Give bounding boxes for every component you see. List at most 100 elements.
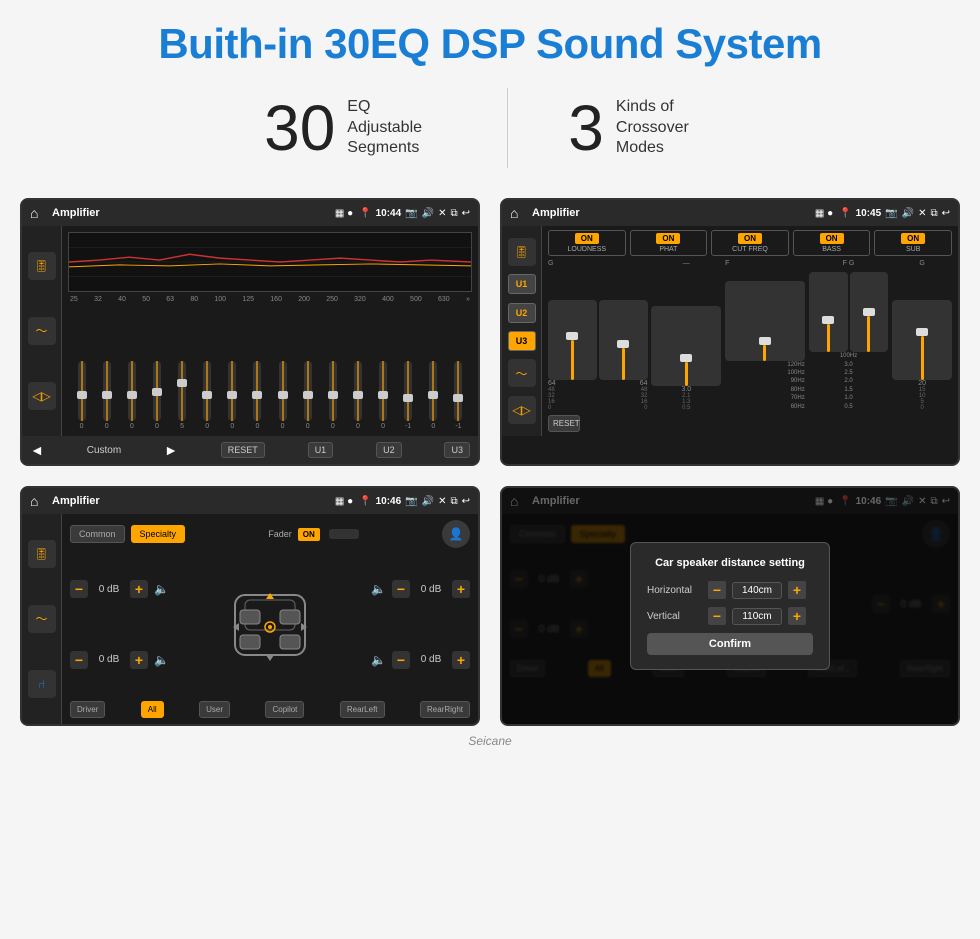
close-icon-2: ✕ — [918, 208, 926, 219]
rear-right-btn[interactable]: RearRight — [420, 701, 470, 718]
fl-plus[interactable]: + — [130, 580, 148, 598]
modal-overlay: Car speaker distance setting Horizontal … — [502, 488, 958, 724]
rear-right-row: 🔈 − 0 dB + — [371, 651, 470, 669]
right-vol-controls: 🔈 − 0 dB + 🔈 − 0 dB + — [371, 554, 470, 695]
fr-minus[interactable]: − — [392, 580, 410, 598]
crossover-stat: 3 Kinds ofCrossover Modes — [568, 96, 716, 160]
bass-on[interactable]: ON — [820, 233, 844, 244]
wave-icon-2[interactable]: 〜 — [508, 359, 536, 387]
side-controls-1: 🎚 〜 ◁▷ — [22, 226, 62, 436]
horizontal-minus[interactable]: − — [708, 581, 726, 599]
toggle-sub: ON SUB — [874, 230, 952, 256]
s3-main: Common Specialty Fader ON 👤 − 0 dB + 🔈 — [62, 514, 478, 724]
driver-btn[interactable]: Driver — [70, 701, 105, 718]
eq-main: 25 32 40 50 63 80 100 125 160 200 250 32… — [62, 226, 478, 436]
screens-grid: ⌂ Amplifier ▦ ● 📍 10:44 📷 🔊 ✕ ⧉ ↩ 🎚 〜 ◁▷ — [20, 198, 960, 726]
ch-l-track2[interactable] — [599, 300, 648, 380]
eq-next-btn[interactable]: ► — [164, 442, 178, 458]
fr-value: 0 dB — [416, 584, 446, 595]
eq-stat: 30 EQ AdjustableSegments — [264, 96, 447, 160]
reset-btn-1[interactable]: RESET — [221, 442, 265, 458]
left-vol-controls: − 0 dB + 🔈 − 0 dB + 🔈 — [70, 554, 169, 695]
eq-slider-16: -1 — [447, 361, 470, 430]
rr-plus[interactable]: + — [452, 651, 470, 669]
preset-u2[interactable]: U2 — [508, 303, 536, 323]
eq-slider-3: 0 — [120, 361, 143, 430]
ch-s-track[interactable] — [892, 300, 952, 380]
confirm-button[interactable]: Confirm — [647, 633, 813, 655]
volume-ctrl-icon[interactable]: ◁▷ — [28, 382, 56, 410]
screen3-title: Amplifier — [52, 495, 329, 507]
phat-on[interactable]: ON — [656, 233, 680, 244]
screen-distance: ⌂ Amplifier ▦ ● 📍 10:46 📷 🔊 ✕ ⧉ ↩ Common… — [500, 486, 960, 726]
copilot-btn[interactable]: Copilot — [265, 701, 304, 718]
all-btn[interactable]: All — [141, 701, 164, 718]
modal-title: Car speaker distance setting — [647, 557, 813, 569]
reset-btn-2[interactable]: RESET — [548, 415, 580, 432]
profile-icon[interactable]: 👤 — [442, 520, 470, 548]
eq-graph — [68, 232, 472, 292]
expand-icon-2: ⧉ — [930, 208, 937, 219]
eq-slider-5: 5 — [171, 361, 194, 430]
rl-plus[interactable]: + — [130, 651, 148, 669]
eq-icon-2[interactable]: 🎚 — [508, 238, 536, 266]
ch-p-track[interactable] — [651, 306, 721, 386]
ch-b-track1[interactable] — [809, 272, 848, 352]
bt-icon-3[interactable]: ⑁ — [28, 670, 56, 698]
wave-icon-3[interactable]: 〜 — [28, 605, 56, 633]
u2-btn-1[interactable]: U2 — [376, 442, 402, 458]
status-bar-1: ⌂ Amplifier ▦ ● 📍 10:44 📷 🔊 ✕ ⧉ ↩ — [22, 200, 478, 226]
rear-left-btn[interactable]: RearLeft — [340, 701, 385, 718]
eq-slider-4: 0 — [145, 361, 168, 430]
eq-slider-7: 0 — [221, 361, 244, 430]
status-icons-1: 📍 10:44 📷 🔊 ✕ ⧉ ↩ — [359, 208, 470, 219]
location-icon-2: 📍 — [839, 208, 851, 219]
ch-l-track1[interactable] — [548, 300, 597, 380]
eq-icon-3[interactable]: 🎚 — [28, 540, 56, 568]
preset-u1[interactable]: U1 — [508, 274, 536, 294]
back-icon-3: ↩ — [462, 496, 470, 507]
u3-btn-1[interactable]: U3 — [444, 442, 470, 458]
toggle-bass: ON BASS — [793, 230, 871, 256]
fr-plus[interactable]: + — [452, 580, 470, 598]
eq-slider-10: 0 — [296, 361, 319, 430]
eq-prev-btn[interactable]: ◄ — [30, 442, 44, 458]
crossover-label: Kinds ofCrossover Modes — [616, 97, 716, 159]
wave-icon[interactable]: 〜 — [28, 317, 56, 345]
vertical-plus[interactable]: + — [788, 607, 806, 625]
ch-cf-track[interactable] — [725, 281, 805, 361]
loudness-on[interactable]: ON — [575, 233, 599, 244]
user-btn[interactable]: User — [199, 701, 230, 718]
screen-crossover: ⌂ Amplifier ▦ ● 📍 10:45 📷 🔊 ✕ ⧉ ↩ 🎚 U1 U… — [500, 198, 960, 466]
fader-on[interactable]: ON — [298, 528, 320, 541]
menu-dots-3: ▦ ● — [335, 496, 353, 507]
u1-btn-1[interactable]: U1 — [308, 442, 334, 458]
fr-speaker-icon: 🔈 — [371, 582, 386, 596]
stats-row: 30 EQ AdjustableSegments 3 Kinds ofCross… — [264, 88, 716, 168]
preset-u3[interactable]: U3 — [508, 331, 536, 351]
common-btn[interactable]: Common — [70, 525, 125, 543]
back-icon-1: ↩ — [462, 208, 470, 219]
sub-on[interactable]: ON — [901, 233, 925, 244]
eq-sliders: 0 0 0 — [68, 307, 472, 430]
rr-minus[interactable]: − — [392, 651, 410, 669]
cutfreq-on[interactable]: ON — [738, 233, 762, 244]
eq-slider-1: 0 — [70, 361, 93, 430]
eq-icon[interactable]: 🎚 — [28, 252, 56, 280]
car-svg — [210, 575, 330, 675]
specialty-btn[interactable]: Specialty — [131, 525, 186, 543]
volume-ctrl-icon-2[interactable]: ◁▷ — [508, 396, 536, 424]
horizontal-plus[interactable]: + — [788, 581, 806, 599]
rr-speaker-icon: 🔈 — [371, 653, 386, 667]
ch-phat: — 3.0 2.1 1.3 0.5 — [651, 260, 721, 411]
screen2-body: 🎚 U1 U2 U3 〜 ◁▷ ON LOUDNESS ON PHAT — [502, 226, 958, 436]
ch-sub: G 20 15 10 5 0 — [892, 260, 952, 411]
screen1-time: 10:44 — [376, 208, 402, 219]
toggle-loudness: ON LOUDNESS — [548, 230, 626, 256]
fl-minus[interactable]: − — [70, 580, 88, 598]
rl-minus[interactable]: − — [70, 651, 88, 669]
eq-slider-8: 0 — [246, 361, 269, 430]
status-icons-2: 📍 10:45 📷 🔊 ✕ ⧉ ↩ — [839, 208, 950, 219]
vertical-minus[interactable]: − — [708, 607, 726, 625]
ch-b-track2[interactable] — [850, 272, 889, 352]
